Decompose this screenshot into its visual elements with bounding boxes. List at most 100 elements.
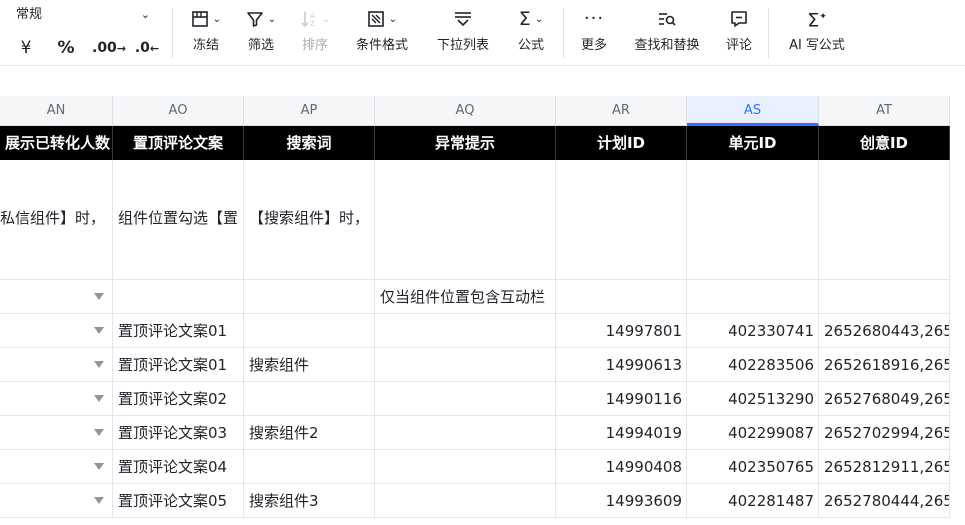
header-cell-aq[interactable]: 异常提示 [375, 126, 556, 160]
dropdown-caret-icon[interactable] [94, 394, 104, 402]
description-text: 组件位置勾选【置 [118, 209, 239, 227]
currency-button[interactable]: ¥ [12, 36, 40, 60]
table-cell-at[interactable]: 2652768049,2652 [819, 382, 950, 416]
table-cell-an[interactable] [0, 314, 113, 348]
decrease-decimal-button[interactable]: .0← [134, 36, 160, 60]
table-cell-as[interactable]: 402350765 [687, 450, 819, 484]
table-cell-at[interactable]: 2652780444,2652 [819, 484, 950, 518]
table-cell-ar[interactable]: 14990613 [556, 348, 687, 382]
cell-value: 402330741 [728, 322, 814, 340]
table-cell-aq[interactable] [375, 484, 556, 518]
dropdown-caret-icon[interactable] [94, 428, 104, 436]
note-cell-ar[interactable] [556, 280, 687, 314]
column-header-at[interactable]: AT [819, 96, 950, 126]
header-cell-ao[interactable]: 置顶评论文案 [113, 126, 244, 160]
table-cell-an[interactable] [0, 348, 113, 382]
header-cell-as[interactable]: 单元ID [687, 126, 819, 160]
dropdown-caret-icon[interactable] [94, 326, 104, 334]
find-replace-button[interactable]: 查找和替换 [626, 6, 708, 60]
cell-value: 402513290 [728, 390, 814, 408]
table-cell-an[interactable] [0, 484, 113, 518]
number-format-select[interactable]: 常规 ⌄ [8, 4, 154, 26]
table-cell-ap[interactable] [244, 314, 375, 348]
dropdown-caret-icon[interactable] [94, 462, 104, 470]
table-cell-as[interactable]: 402281487 [687, 484, 819, 518]
note-cell-ao[interactable] [113, 280, 244, 314]
table-cell-aq[interactable] [375, 382, 556, 416]
description-cell-ar[interactable] [556, 160, 687, 280]
table-cell-an[interactable] [0, 450, 113, 484]
table-cell-as[interactable]: 402330741 [687, 314, 819, 348]
table-cell-ao[interactable]: 置顶评论文案01 [113, 348, 244, 382]
percent-button[interactable]: % [52, 36, 80, 60]
table-cell-as[interactable]: 402513290 [687, 382, 819, 416]
conditional-format-icon [367, 11, 384, 27]
column-header-as[interactable]: AS [687, 96, 819, 126]
cell-value: 搜索组件3 [249, 492, 319, 510]
table-cell-aq[interactable] [375, 416, 556, 450]
note-cell-at[interactable] [819, 280, 950, 314]
conditional-format-button[interactable]: ⌄ 条件格式 [348, 6, 416, 60]
table-cell-ao[interactable]: 置顶评论文案03 [113, 416, 244, 450]
table-cell-ap[interactable]: 搜索组件 [244, 348, 375, 382]
table-cell-ap[interactable]: 搜索组件2 [244, 416, 375, 450]
dropdown-caret-icon[interactable] [94, 292, 104, 300]
table-cell-ap[interactable] [244, 450, 375, 484]
table-cell-at[interactable]: 2652702994,2652 [819, 416, 950, 450]
dropdown-list-button[interactable]: 下拉列表 [428, 6, 498, 60]
table-cell-as[interactable]: 402283506 [687, 348, 819, 382]
header-cell-at[interactable]: 创意ID [819, 126, 950, 160]
table-cell-ao[interactable]: 置顶评论文案05 [113, 484, 244, 518]
description-cell-ao[interactable]: 组件位置勾选【置 [113, 160, 244, 280]
description-cell-aq[interactable] [375, 160, 556, 280]
note-cell-ap[interactable] [244, 280, 375, 314]
filter-button[interactable]: ⌄ 筛选 [236, 6, 286, 60]
column-header-aq[interactable]: AQ [375, 96, 556, 126]
table-cell-at[interactable]: 2652618916,2652 [819, 348, 950, 382]
description-cell-at[interactable] [819, 160, 950, 280]
ai-formula-button[interactable]: Σ✦ AI 写公式 [780, 6, 854, 60]
increase-decimal-button[interactable]: .00→ [92, 36, 126, 60]
dropdown-caret-icon[interactable] [94, 360, 104, 368]
note-cell-as[interactable] [687, 280, 819, 314]
table-cell-at[interactable]: 2652680443,2652 [819, 314, 950, 348]
table-cell-as[interactable]: 402299087 [687, 416, 819, 450]
note-cell-an[interactable] [0, 280, 113, 314]
formula-button[interactable]: Σ ⌄ 公式 [508, 6, 554, 60]
column-header-ao[interactable]: AO [113, 96, 244, 126]
more-button[interactable]: ··· 更多 [574, 6, 614, 60]
dropdown-caret-icon[interactable] [94, 496, 104, 504]
cell-value: 搜索组件 [249, 356, 310, 374]
header-cell-an[interactable]: 展示已转化人数 [0, 126, 113, 160]
table-cell-aq[interactable] [375, 450, 556, 484]
description-cell-ap[interactable]: 【搜索组件】时， [244, 160, 375, 280]
table-cell-ar[interactable]: 14997801 [556, 314, 687, 348]
table-cell-ao[interactable]: 置顶评论文案04 [113, 450, 244, 484]
comment-button[interactable]: 评论 [718, 6, 760, 60]
table-cell-ar[interactable]: 14990408 [556, 450, 687, 484]
note-text: 仅当组件位置包含互动栏 [380, 288, 546, 306]
table-cell-ar[interactable]: 14994019 [556, 416, 687, 450]
column-header-ap[interactable]: AP [244, 96, 375, 126]
table-cell-an[interactable] [0, 416, 113, 450]
table-cell-ap[interactable] [244, 382, 375, 416]
description-cell-an[interactable]: 私信组件】时， [0, 160, 113, 280]
table-cell-an[interactable] [0, 382, 113, 416]
table-cell-aq[interactable] [375, 314, 556, 348]
table-cell-ao[interactable]: 置顶评论文案01 [113, 314, 244, 348]
header-cell-ap[interactable]: 搜索词 [244, 126, 375, 160]
freeze-button[interactable]: ⌄ 冻结 [180, 6, 232, 60]
note-cell-aq[interactable]: 仅当组件位置包含互动栏 [375, 280, 556, 314]
table-cell-at[interactable]: 2652812911,2652 [819, 450, 950, 484]
description-cell-as[interactable] [687, 160, 819, 280]
table-cell-ao[interactable]: 置顶评论文案02 [113, 382, 244, 416]
header-cell-ar[interactable]: 计划ID [556, 126, 687, 160]
table-cell-ap[interactable]: 搜索组件3 [244, 484, 375, 518]
table-cell-ar[interactable]: 14993609 [556, 484, 687, 518]
column-header-an[interactable]: AN [0, 96, 113, 126]
table-cell-ar[interactable]: 14990116 [556, 382, 687, 416]
table-cell-aq[interactable] [375, 348, 556, 382]
sort-button[interactable]: AZ ⌄ 排序 [292, 6, 338, 60]
sort-icon: AZ [301, 12, 315, 28]
column-header-ar[interactable]: AR [556, 96, 687, 126]
